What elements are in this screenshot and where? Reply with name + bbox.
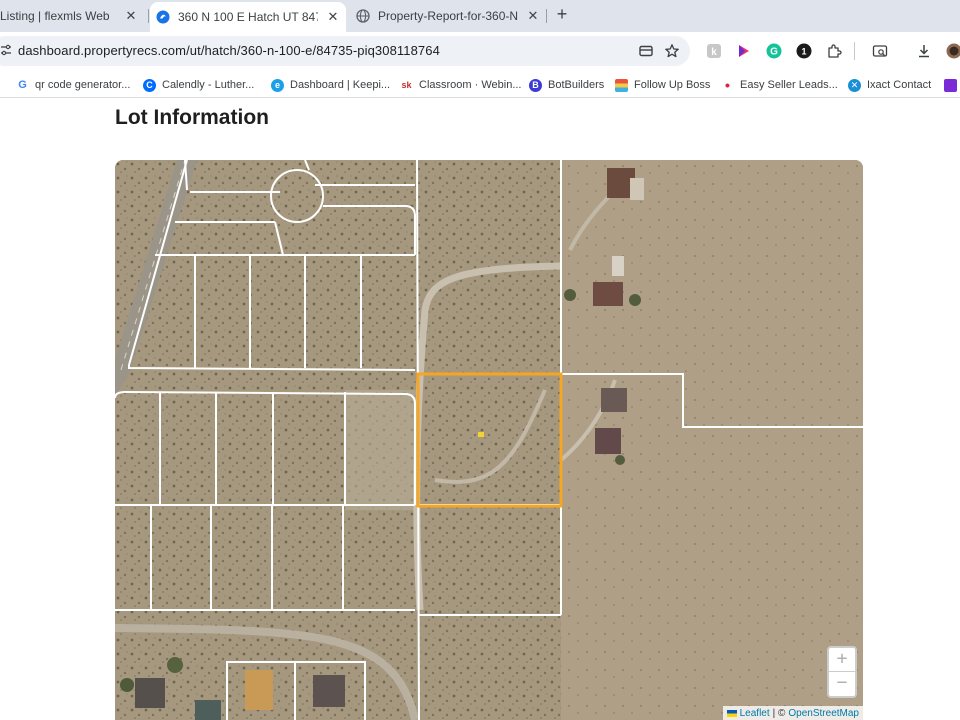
onepassword-icon[interactable]: 1 (796, 43, 812, 59)
building (135, 678, 165, 708)
page-content: Lot Information + − Leaflet | © OpenStre… (0, 98, 960, 720)
lot-marker[interactable] (478, 432, 484, 437)
building (593, 282, 623, 306)
bookmark-label: Easy Seller Leads... (740, 79, 838, 91)
bookmark-star-icon[interactable] (664, 43, 680, 59)
bookmark-label: BotBuilders (548, 79, 605, 91)
bookmark-label: Classroom · Webin... (419, 79, 522, 91)
profile-avatar-icon[interactable] (946, 43, 960, 59)
bookmark-item[interactable]: e Dashboard | Keepi... (271, 77, 390, 93)
download-icon[interactable] (916, 43, 932, 59)
svg-text:1: 1 (801, 47, 806, 57)
card-icon[interactable] (638, 43, 654, 59)
bookmark-item[interactable]: Follow Up Boss (615, 77, 710, 93)
extension-k-icon[interactable]: k (706, 43, 722, 59)
address-bar[interactable]: dashboard.propertyrecs.com/ut/hatch/360-… (0, 36, 690, 66)
leaflet-link[interactable]: Leaflet (740, 708, 770, 719)
ukraine-flag-icon (726, 709, 737, 717)
bookmark-item[interactable] (944, 77, 960, 93)
keeping-icon: e (271, 78, 284, 92)
extension-bookmark-icon (944, 78, 957, 92)
bookmark-label: Dashboard | Keepi... (290, 79, 391, 91)
grammarly-icon[interactable]: G (766, 43, 782, 59)
bookmark-item[interactable]: sk Classroom · Webin... (400, 77, 522, 93)
tab-flexmls[interactable]: Listing | flexmls Web ✕ (0, 2, 144, 30)
site-settings-icon[interactable] (0, 44, 12, 56)
openstreetmap-link[interactable]: OpenStreetMap (788, 708, 859, 719)
bookmark-item[interactable]: • Easy Seller Leads... (721, 77, 838, 93)
bookmark-label: Follow Up Boss (634, 79, 711, 91)
page-title: Lot Information (115, 106, 269, 129)
google-icon: G (16, 78, 29, 92)
bookmark-item[interactable]: ✕ Ixact Contact (848, 77, 931, 93)
building (595, 428, 621, 454)
tab-title: Property-Report-for-360-N-1 (378, 9, 518, 23)
calendly-icon: C (143, 78, 156, 92)
tab-divider (546, 9, 547, 23)
new-tab-button[interactable]: + (552, 4, 572, 25)
sk-icon: sk (400, 78, 413, 92)
building (601, 388, 627, 412)
browser-toolbar: dashboard.propertyrecs.com/ut/hatch/360-… (0, 32, 960, 70)
svg-text:k: k (711, 47, 717, 58)
zoom-in-button[interactable]: + (829, 648, 855, 672)
bookmark-item[interactable]: B BotBuilders (529, 77, 604, 93)
bookmark-label: Calendly - Luther... (162, 79, 255, 91)
bookmark-label: Ixact Contact (867, 79, 932, 91)
tab-title: Listing | flexmls Web (0, 9, 110, 23)
bookmark-item[interactable]: G qr code generator... (16, 77, 130, 93)
lot-map[interactable]: + − Leaflet | © OpenStreetMap (115, 160, 863, 720)
tab-strip: Listing | flexmls Web ✕ 360 N 100 E Hatc… (0, 0, 960, 32)
extension-play-icon[interactable] (736, 43, 752, 59)
bookmarks-bar: G qr code generator... C Calendly - Luth… (0, 70, 960, 98)
building (245, 670, 273, 710)
toolbar-divider (854, 42, 855, 60)
zoom-control: + − (827, 646, 857, 698)
extensions-puzzle-icon[interactable] (826, 43, 842, 59)
propertyrecs-favicon-icon (156, 10, 170, 24)
satellite-imagery[interactable] (115, 160, 863, 720)
bookmark-item[interactable]: C Calendly - Luther... (143, 77, 254, 93)
close-icon[interactable]: ✕ (124, 8, 138, 24)
close-icon[interactable]: ✕ (326, 9, 340, 25)
zoom-out-button[interactable]: − (829, 672, 855, 696)
followupboss-icon (615, 78, 628, 92)
search-tabs-icon[interactable] (872, 43, 888, 59)
tab-property[interactable]: 360 N 100 E Hatch UT 84735 ✕ (150, 2, 346, 32)
tab-divider (148, 9, 149, 23)
globe-icon (356, 9, 370, 23)
botbuilders-icon: B (529, 78, 542, 92)
tab-title: 360 N 100 E Hatch UT 84735 (178, 10, 318, 24)
easyseller-icon: • (721, 77, 734, 93)
url-text[interactable]: dashboard.propertyrecs.com/ut/hatch/360-… (18, 43, 440, 58)
close-icon[interactable]: ✕ (526, 8, 540, 24)
svg-text:G: G (770, 47, 778, 58)
map-attribution: Leaflet | © OpenStreetMap (722, 706, 863, 720)
attribution-separator: | © (772, 707, 786, 719)
bookmark-label: qr code generator... (35, 79, 131, 91)
tab-property-report[interactable]: Property-Report-for-360-N-1 ✕ (350, 2, 546, 30)
ixact-icon: ✕ (848, 78, 861, 92)
building (313, 675, 345, 707)
